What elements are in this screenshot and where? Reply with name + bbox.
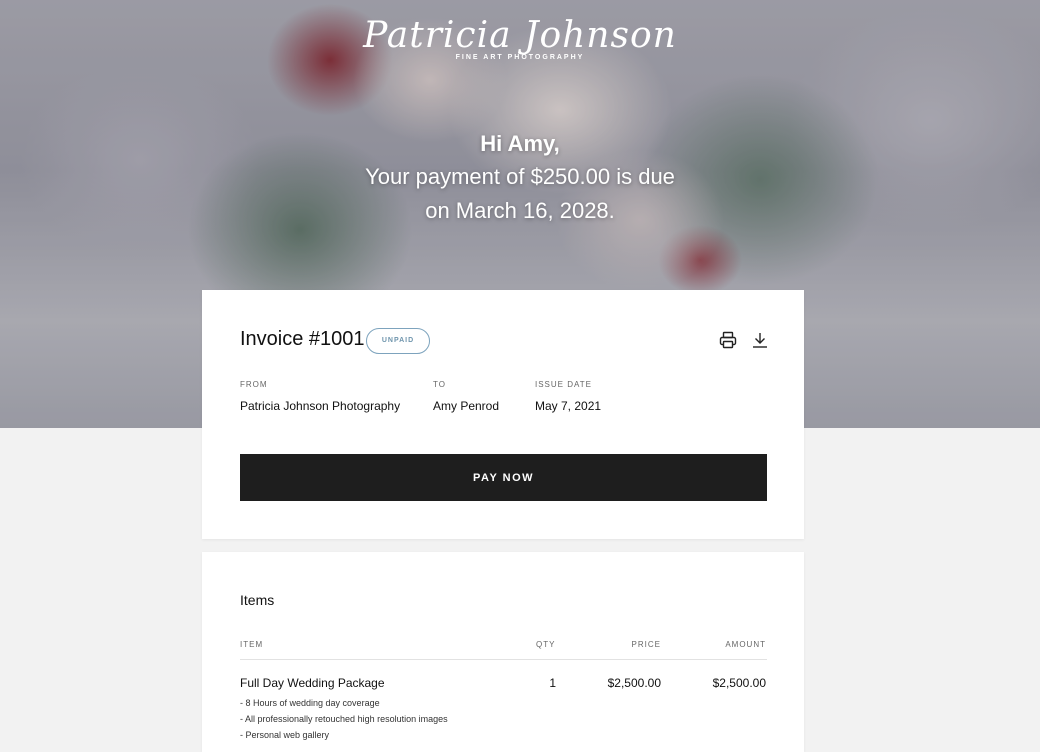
- brand-logo: Patricia Johnson FINE ART PHOTOGRAPHY: [0, 14, 1040, 61]
- invoice-title: Invoice #1001: [240, 328, 365, 350]
- print-button[interactable]: [718, 330, 738, 350]
- invoice-card: Invoice #1001 UNPAID FROM Patricia Johns…: [202, 290, 804, 539]
- column-header-item: ITEM: [240, 640, 264, 649]
- from-label: FROM: [240, 380, 268, 389]
- from-value: Patricia Johnson Photography: [240, 399, 401, 413]
- item-price: $2,500.00: [607, 676, 661, 690]
- payment-greeting: Hi Amy, Your payment of $250.00 is due o…: [0, 128, 1040, 228]
- column-header-qty: QTY: [536, 640, 556, 649]
- column-header-price: PRICE: [631, 640, 661, 649]
- pay-now-button[interactable]: PAY NOW: [240, 454, 767, 501]
- download-button[interactable]: [750, 330, 770, 350]
- to-label: TO: [433, 380, 446, 389]
- printer-icon: [719, 331, 737, 349]
- item-detail: - Personal web gallery: [240, 730, 330, 740]
- payment-due-line2: on March 16, 2028.: [425, 198, 615, 223]
- table-divider: [240, 659, 767, 660]
- to-value: Amy Penrod: [433, 399, 500, 413]
- payment-due-line1: Your payment of $250.00 is due: [365, 164, 675, 189]
- issue-date-value: May 7, 2021: [535, 399, 602, 413]
- item-detail: - All professionally retouched high reso…: [240, 714, 448, 724]
- download-icon: [753, 333, 767, 348]
- logo-subtitle: FINE ART PHOTOGRAPHY: [455, 54, 585, 61]
- items-heading: Items: [240, 592, 275, 608]
- item-qty: 1: [549, 676, 556, 690]
- issue-date-label: ISSUE DATE: [535, 380, 592, 389]
- greeting-name: Hi Amy,: [480, 131, 560, 156]
- logo-script: Patricia Johnson: [363, 15, 677, 56]
- status-badge: UNPAID: [366, 328, 430, 354]
- column-header-amount: AMOUNT: [725, 640, 766, 649]
- item-detail: - 8 Hours of wedding day coverage: [240, 698, 380, 708]
- items-card: Items ITEM QTY PRICE AMOUNT Full Day Wed…: [202, 552, 804, 752]
- item-amount: $2,500.00: [712, 676, 766, 690]
- item-name: Full Day Wedding Package: [240, 676, 385, 690]
